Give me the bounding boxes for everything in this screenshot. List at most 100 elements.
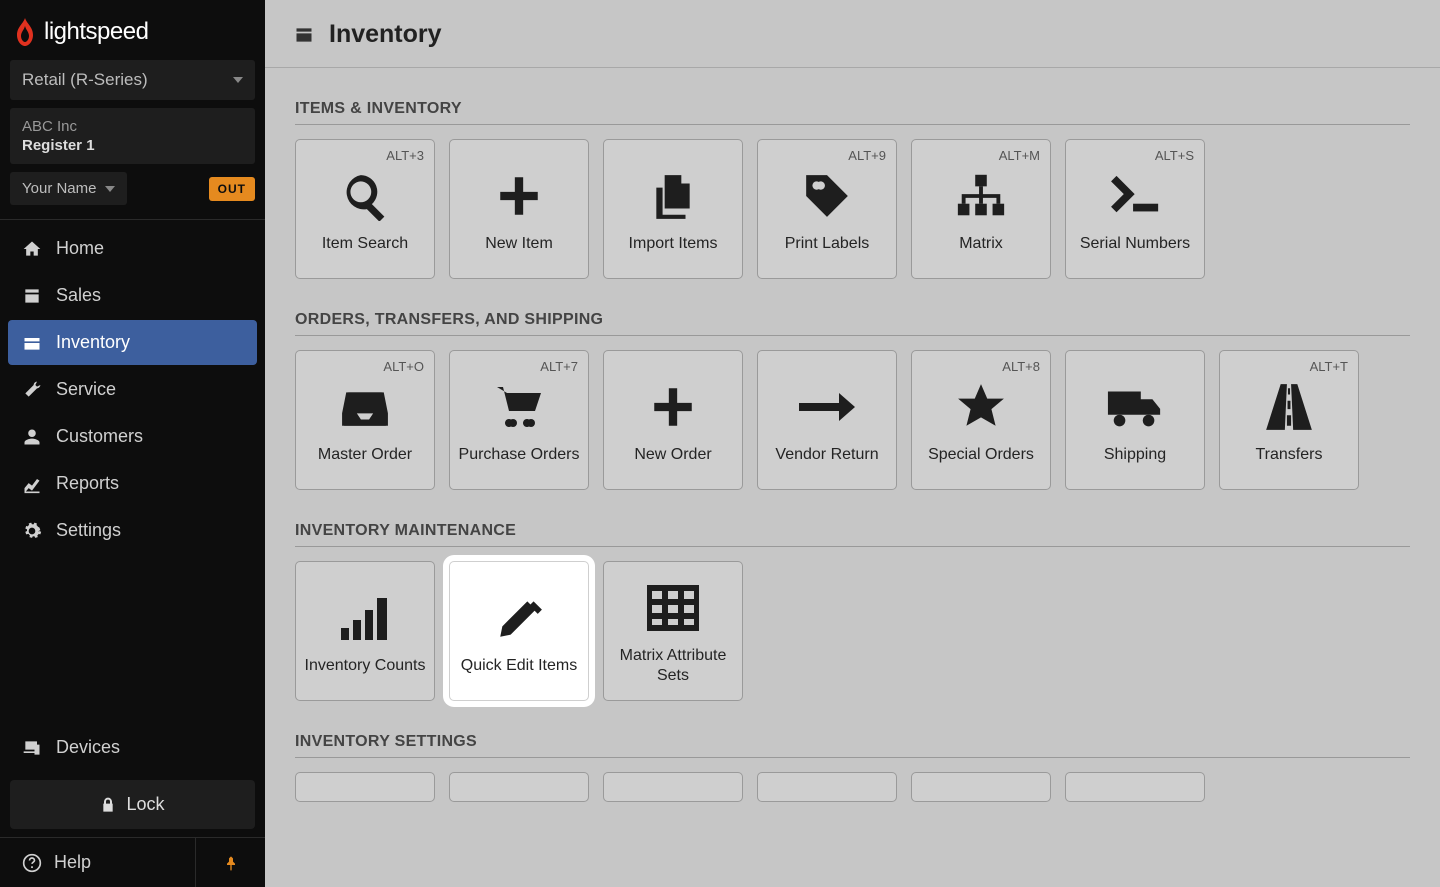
nav-label: Customers	[56, 426, 143, 447]
card-label: Serial Numbers	[1074, 234, 1196, 254]
nav-home[interactable]: Home	[8, 226, 257, 271]
product-selector-label: Retail (R-Series)	[22, 70, 148, 90]
lock-button[interactable]: Lock	[10, 780, 255, 829]
shortcut: ALT+O	[383, 359, 424, 374]
nav-label: Service	[56, 379, 116, 400]
star-icon	[955, 382, 1007, 432]
pencil-icon	[494, 593, 544, 643]
card-label: Import Items	[623, 234, 724, 254]
nav-customers[interactable]: Customers	[8, 414, 257, 459]
search-icon	[340, 171, 390, 221]
card-new-order[interactable]: New Order	[603, 350, 743, 490]
card-label: Master Order	[312, 445, 418, 465]
user-menu[interactable]: Your Name	[10, 172, 127, 205]
card-print-labels[interactable]: ALT+9 Print Labels	[757, 139, 897, 279]
card-label: Vendor Return	[769, 445, 884, 465]
card-special-orders[interactable]: ALT+8 Special Orders	[911, 350, 1051, 490]
brand-text: lightspeed	[44, 18, 148, 46]
card-settings-6[interactable]	[1065, 772, 1205, 802]
cart-icon	[493, 383, 545, 431]
card-label: Print Labels	[779, 234, 876, 254]
nav-label: Inventory	[56, 332, 130, 353]
section-title-settings: INVENTORY SETTINGS	[295, 733, 1410, 751]
lock-label: Lock	[126, 794, 164, 815]
card-label: Special Orders	[922, 445, 1040, 465]
pin-icon	[223, 853, 239, 873]
card-transfers[interactable]: ALT+T Transfers	[1219, 350, 1359, 490]
nav-settings[interactable]: Settings	[8, 508, 257, 553]
grid-icon	[647, 585, 699, 631]
nav-label: Sales	[56, 285, 101, 306]
plus-icon	[648, 382, 698, 432]
content-area: ITEMS & INVENTORY ALT+3 Item Search New …	[265, 68, 1440, 854]
user-row: Your Name OUT	[10, 172, 255, 205]
main-content: Inventory ITEMS & INVENTORY ALT+3 Item S…	[265, 0, 1440, 887]
pin-button[interactable]	[195, 838, 265, 887]
road-icon	[1262, 384, 1316, 430]
arrow-right-icon	[799, 392, 855, 422]
card-label: Matrix	[953, 234, 1009, 254]
shortcut: ALT+9	[848, 148, 886, 163]
page-header: Inventory	[265, 0, 1440, 68]
brand-logo: lightspeed	[0, 0, 265, 60]
card-item-search[interactable]: ALT+3 Item Search	[295, 139, 435, 279]
card-settings-3[interactable]	[603, 772, 743, 802]
card-settings-2[interactable]	[449, 772, 589, 802]
nav-service[interactable]: Service	[8, 367, 257, 412]
card-label: Item Search	[316, 234, 414, 254]
card-new-item[interactable]: New Item	[449, 139, 589, 279]
shortcut: ALT+T	[1310, 359, 1348, 374]
register-name: Register 1	[22, 137, 95, 154]
plus-icon	[494, 171, 544, 221]
card-label: Transfers	[1250, 445, 1329, 465]
help-icon	[22, 853, 42, 873]
nav-inventory[interactable]: Inventory	[8, 320, 257, 365]
card-label: Purchase Orders	[453, 445, 586, 465]
help-label: Help	[54, 852, 91, 873]
tag-icon	[802, 171, 852, 221]
user-name: Your Name	[22, 180, 97, 197]
card-quick-edit-items[interactable]: Quick Edit Items	[449, 561, 589, 701]
inventory-header-icon	[293, 25, 315, 45]
help-button[interactable]: Help	[0, 838, 195, 887]
divider	[295, 124, 1410, 125]
card-purchase-orders[interactable]: ALT+7 Purchase Orders	[449, 350, 589, 490]
devices-icon	[22, 738, 42, 758]
card-matrix[interactable]: ALT+M Matrix	[911, 139, 1051, 279]
nav-reports[interactable]: Reports	[8, 461, 257, 506]
product-selector[interactable]: Retail (R-Series)	[10, 60, 255, 100]
card-vendor-return[interactable]: Vendor Return	[757, 350, 897, 490]
shortcut: ALT+S	[1155, 148, 1194, 163]
card-matrix-attribute-sets[interactable]: Matrix Attribute Sets	[603, 561, 743, 701]
register-info: ABC Inc Register 1	[10, 108, 255, 164]
card-settings-5[interactable]	[911, 772, 1051, 802]
section-title-items: ITEMS & INVENTORY	[295, 100, 1410, 118]
lock-icon	[100, 796, 116, 814]
card-import-items[interactable]: Import Items	[603, 139, 743, 279]
card-serial-numbers[interactable]: ALT+S Serial Numbers	[1065, 139, 1205, 279]
shortcut: ALT+3	[386, 148, 424, 163]
wrench-icon	[22, 380, 42, 400]
hierarchy-icon	[954, 171, 1008, 221]
sidebar: lightspeed Retail (R-Series) ABC Inc Reg…	[0, 0, 265, 887]
section-title-maintenance: INVENTORY MAINTENANCE	[295, 522, 1410, 540]
card-master-order[interactable]: ALT+O Master Order	[295, 350, 435, 490]
card-shipping[interactable]: Shipping	[1065, 350, 1205, 490]
shortcut: ALT+8	[1002, 359, 1040, 374]
shortcut: ALT+M	[999, 148, 1040, 163]
card-settings-1[interactable]	[295, 772, 435, 802]
card-label: Inventory Counts	[299, 656, 432, 676]
nav-label: Reports	[56, 473, 119, 494]
nav-devices[interactable]: Devices	[0, 723, 265, 772]
sales-icon	[22, 286, 42, 306]
out-badge[interactable]: OUT	[209, 177, 255, 201]
sidebar-bottom: Devices Lock Help	[0, 723, 265, 887]
nav-sales[interactable]: Sales	[8, 273, 257, 318]
truck-icon	[1106, 385, 1164, 429]
chart-icon	[22, 474, 42, 494]
card-inventory-counts[interactable]: Inventory Counts	[295, 561, 435, 701]
card-settings-4[interactable]	[757, 772, 897, 802]
caret-down-icon	[233, 77, 243, 83]
divider	[295, 757, 1410, 758]
bars-icon	[339, 595, 391, 641]
